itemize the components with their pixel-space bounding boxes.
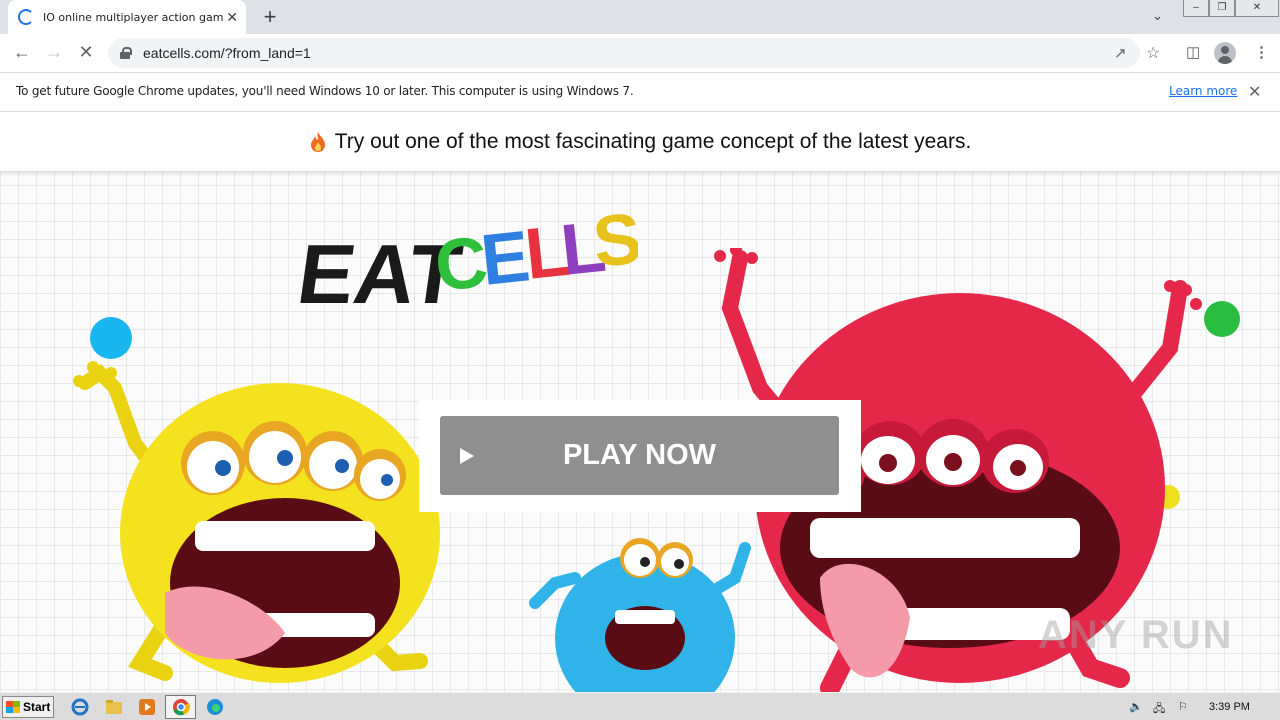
minimize-button[interactable]: – — [1183, 0, 1209, 17]
browser-toolbar: ← → ✕ eatcells.com/?from_land=1 ↗ ☆ ◫ ⋮ — [0, 34, 1280, 72]
play-now-label: PLAY NOW — [562, 439, 717, 471]
logo-letter-s: S — [589, 198, 638, 283]
chrome-icon — [173, 699, 190, 716]
edge-icon[interactable] — [206, 698, 224, 716]
play-card: PLAY NOW — [419, 400, 861, 512]
banner-text: Try out one of the most fascinating game… — [334, 130, 972, 153]
play-icon — [460, 448, 474, 464]
blue-monster-image — [529, 538, 751, 692]
bookmark-star-icon[interactable]: ☆ — [1146, 43, 1160, 63]
url-text[interactable]: eatcells.com/?from_land=1 — [143, 45, 311, 61]
anyrun-watermark: ANY RUN — [1038, 613, 1234, 657]
update-infobar: To get future Google Chrome updates, you… — [0, 72, 1280, 112]
windows-taskbar: Start 🔈 🖧 ⚐ 3:39 PM — [0, 692, 1280, 720]
network-icon[interactable]: 🖧 — [1153, 700, 1169, 715]
file-explorer-icon[interactable] — [105, 698, 123, 716]
profile-avatar-icon[interactable] — [1214, 42, 1236, 64]
window-controls: – ❐ ✕ — [1183, 0, 1279, 18]
forward-arrow-icon[interactable]: → — [42, 42, 66, 63]
yellow-monster-image — [73, 361, 440, 683]
stop-loading-icon[interactable]: ✕ — [74, 42, 98, 63]
lock-icon[interactable] — [120, 47, 132, 59]
restore-button[interactable]: ❐ — [1209, 0, 1235, 17]
menu-kebab-icon[interactable]: ⋮ — [1254, 43, 1269, 61]
action-center-flag-icon[interactable]: ⚐ — [1178, 700, 1194, 714]
new-tab-button[interactable]: + — [258, 4, 282, 30]
back-arrow-icon[interactable]: ← — [10, 42, 34, 63]
fire-icon — [310, 132, 325, 152]
windows-logo-icon — [6, 701, 20, 713]
side-panel-icon[interactable]: ◫ — [1186, 43, 1200, 61]
learn-more-link[interactable]: Learn more — [1169, 84, 1237, 98]
close-window-button[interactable]: ✕ — [1235, 0, 1279, 17]
start-button[interactable]: Start — [2, 696, 54, 718]
chrome-taskbar-button[interactable] — [165, 695, 196, 719]
infobar-message: To get future Google Chrome updates, you… — [16, 84, 634, 98]
volume-icon[interactable]: 🔈 — [1129, 700, 1145, 714]
tab-search-chevron-icon[interactable]: ⌄ — [1152, 8, 1163, 24]
infobar-close-icon[interactable]: ✕ — [1248, 82, 1261, 102]
start-label: Start — [23, 700, 51, 714]
tab-title: IO online multiplayer action game. Sl — [43, 10, 223, 24]
browser-tab[interactable]: IO online multiplayer action game. Sl ✕ — [8, 0, 246, 34]
game-landing-page: Try out one of the most fascinating game… — [0, 113, 1280, 692]
internet-explorer-icon[interactable] — [71, 698, 89, 716]
share-icon[interactable]: ↗ — [1114, 44, 1127, 62]
promo-banner: Try out one of the most fascinating game… — [0, 113, 1280, 171]
logo-word-cells: CELLS — [431, 198, 638, 307]
address-bar[interactable]: eatcells.com/?from_land=1 ↗ ☆ — [108, 38, 1160, 68]
tab-strip: IO online multiplayer action game. Sl ✕ … — [0, 0, 1280, 34]
play-now-button[interactable]: PLAY NOW — [440, 416, 839, 495]
taskbar-clock[interactable]: 3:39 PM — [1209, 701, 1250, 713]
loading-spinner-icon — [18, 9, 34, 25]
media-player-icon[interactable] — [138, 698, 156, 716]
eat-cells-logo: EAT CELLS — [292, 198, 638, 315]
tab-close-icon[interactable]: ✕ — [226, 9, 238, 26]
